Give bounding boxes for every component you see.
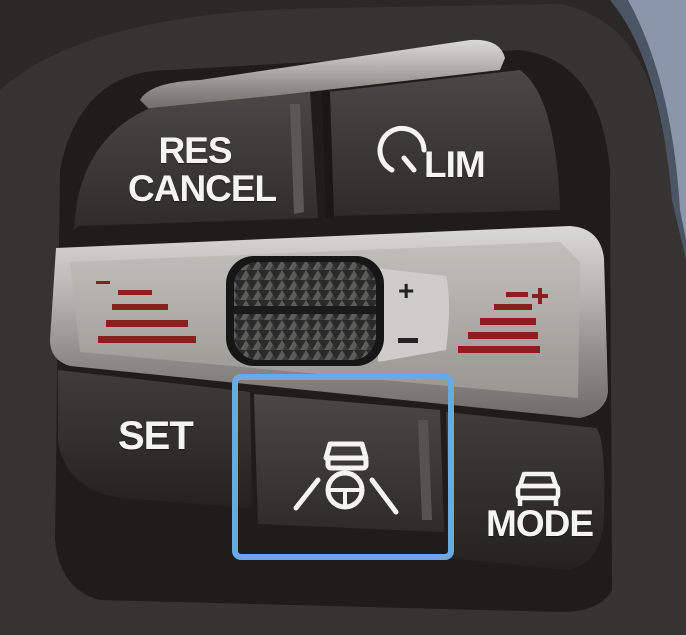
driving-assistant-button-highlight[interactable] xyxy=(232,374,454,560)
lim-label[interactable]: LIM xyxy=(424,146,486,183)
steering-wheel-controls-photo: + RES CANCEL LIM SET MODE xyxy=(0,0,686,635)
mode-label[interactable]: MODE xyxy=(486,505,594,542)
cancel-label[interactable]: CANCEL xyxy=(128,170,277,207)
thumbwheel-minus-mark xyxy=(398,338,418,343)
set-label[interactable]: SET xyxy=(118,416,194,456)
thumbwheel-plus-label: + xyxy=(398,275,414,306)
res-label[interactable]: RES xyxy=(150,132,240,169)
